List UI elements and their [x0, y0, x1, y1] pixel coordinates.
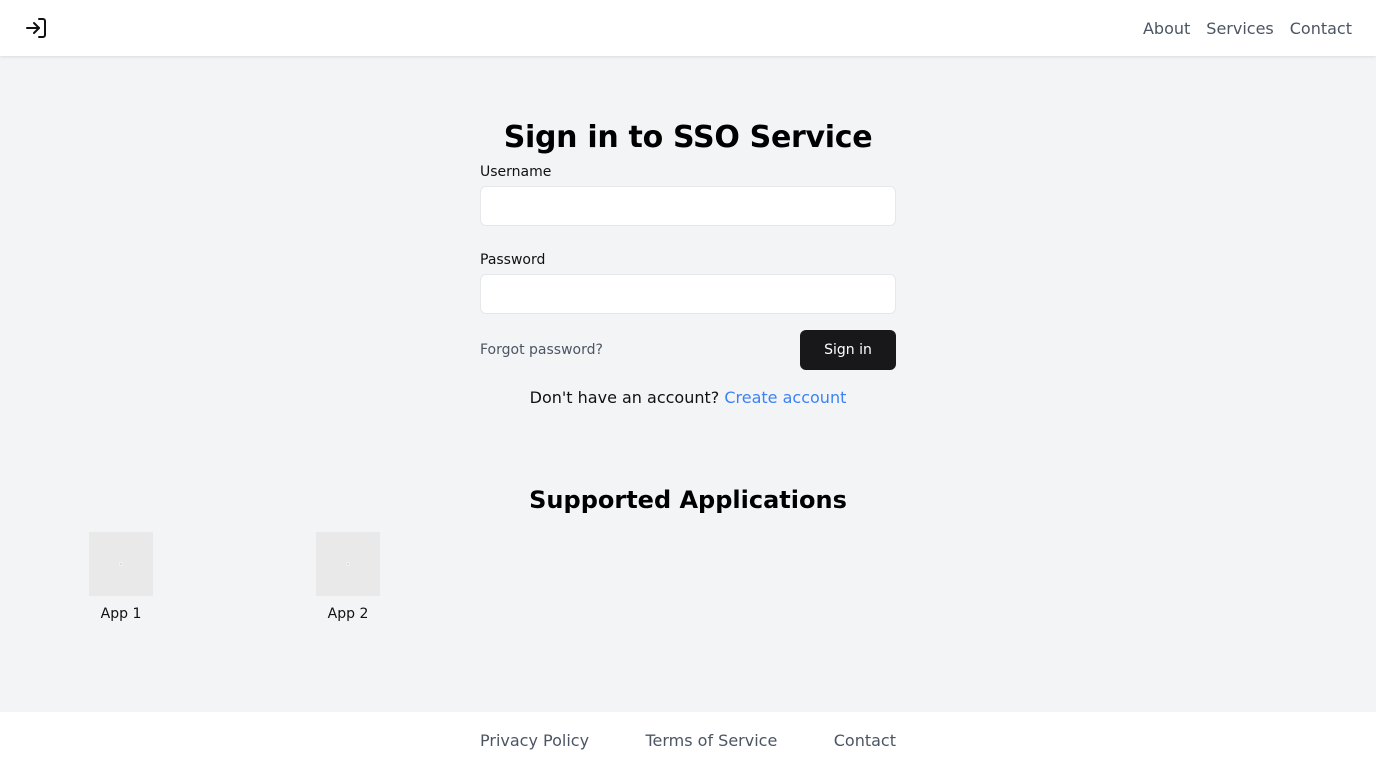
app-1-image-icon — [89, 532, 153, 596]
app-tile-2[interactable]: App 2 — [303, 532, 393, 622]
app-1-name: App 1 — [100, 606, 142, 622]
username-label: Username — [480, 164, 552, 180]
nav-about-link[interactable]: About — [1143, 19, 1190, 38]
page-title: Sign in to SSO Service — [503, 120, 873, 155]
main-content: Sign in to SSO Service Username Password… — [0, 56, 1376, 712]
app-2-name: App 2 — [327, 606, 369, 622]
nav-contact-link[interactable]: Contact — [1290, 19, 1352, 38]
create-account-row: Don't have an account? Create account — [480, 388, 896, 408]
login-arrow-icon[interactable] — [24, 16, 48, 40]
nav-services-link[interactable]: Services — [1206, 19, 1273, 38]
supported-apps-title: Supported Applications — [529, 486, 847, 514]
app-tile-1[interactable]: App 1 — [76, 532, 166, 622]
forgot-password-link[interactable]: Forgot password? — [480, 342, 603, 358]
password-input[interactable] — [480, 274, 896, 314]
create-account-link[interactable]: Create account — [724, 388, 846, 407]
sign-in-button[interactable]: Sign in — [800, 330, 896, 370]
footer-links: Privacy Policy Terms of Service Contact — [480, 712, 896, 768]
password-label: Password — [480, 252, 546, 268]
username-input[interactable] — [480, 186, 896, 226]
main-nav: About Services Contact — [1143, 19, 1352, 38]
image-placeholder-icon — [119, 562, 123, 566]
signin-form: Sign in to SSO Service Username Password… — [480, 118, 896, 408]
app-2-image-icon — [316, 532, 380, 596]
signin-actions: Forgot password? Sign in — [480, 330, 896, 370]
footer-contact-link[interactable]: Contact — [834, 731, 896, 750]
footer-terms-link[interactable]: Terms of Service — [645, 731, 777, 750]
page-footer: Privacy Policy Terms of Service Contact — [0, 712, 1376, 768]
top-header: About Services Contact — [0, 0, 1376, 56]
footer-privacy-link[interactable]: Privacy Policy — [480, 731, 589, 750]
image-placeholder-icon — [346, 562, 350, 566]
no-account-text: Don't have an account? — [529, 388, 720, 407]
